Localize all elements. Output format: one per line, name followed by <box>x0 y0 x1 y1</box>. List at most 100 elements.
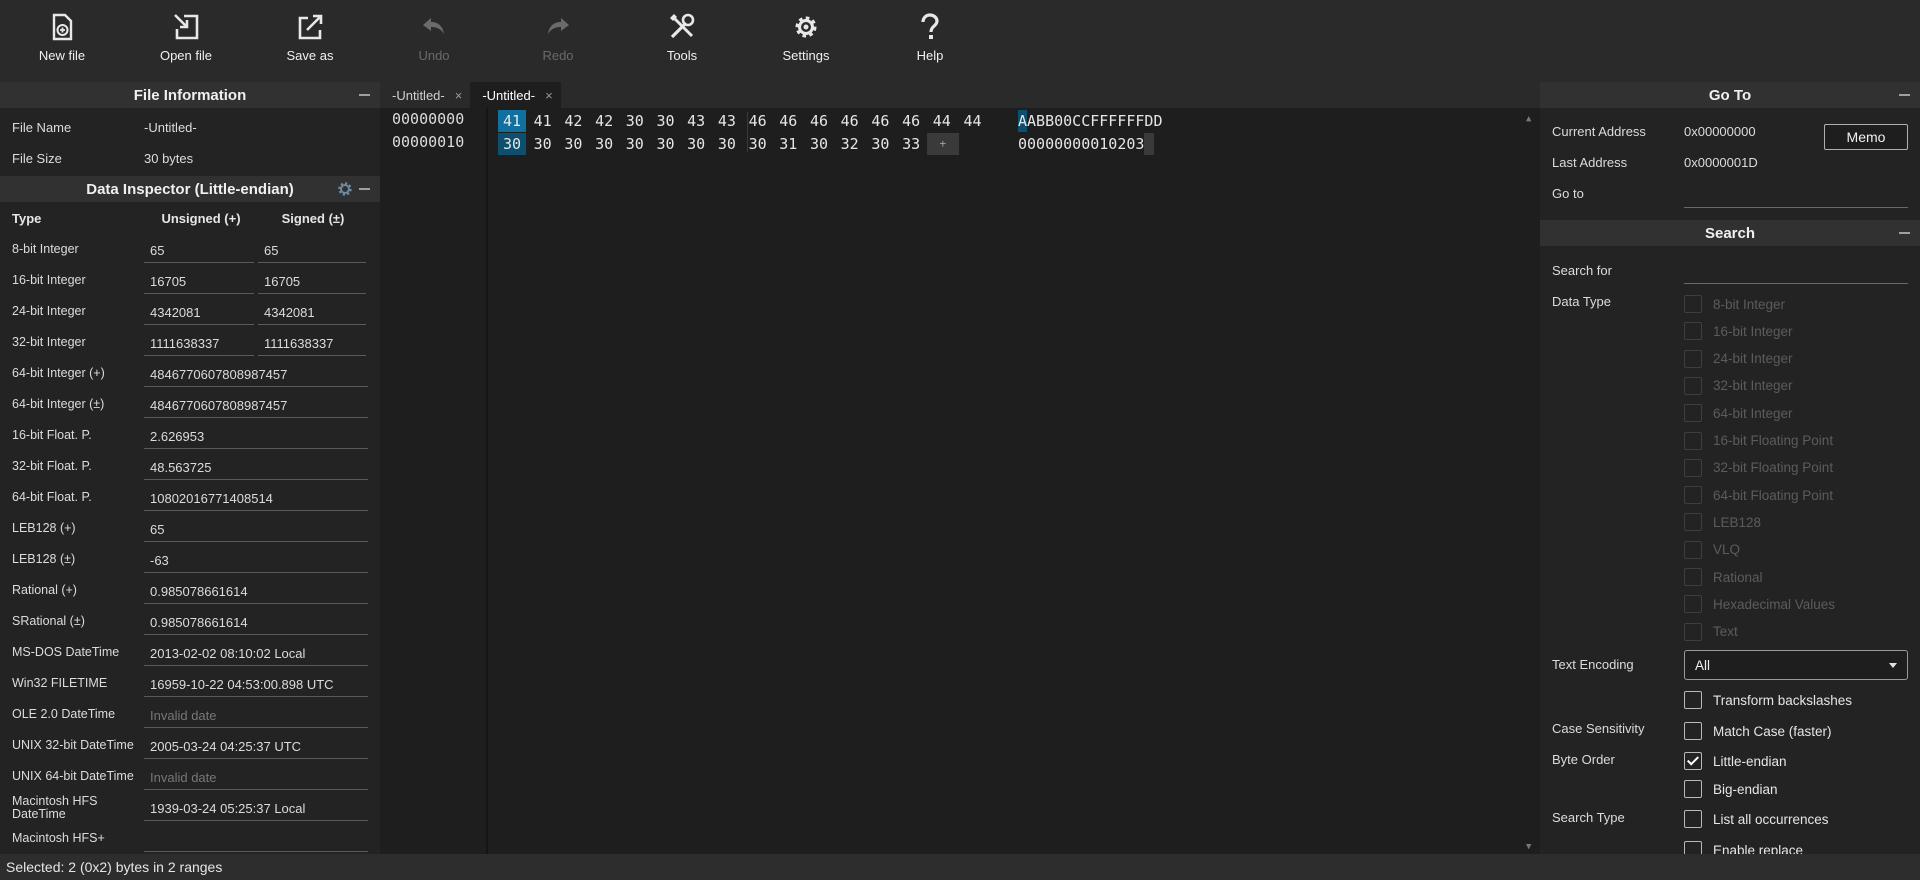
hex-byte[interactable]: 43 <box>682 110 710 132</box>
hex-editor[interactable]: ▲ ▼ 00000000 41 41 42 42 30 30 43 43 46 46 46 46 46 46… <box>380 108 1540 854</box>
hex-byte[interactable]: 46 <box>836 110 864 132</box>
ascii-selected-char[interactable]: A <box>1018 110 1028 132</box>
hex-byte[interactable]: 43 <box>713 110 741 132</box>
inspector-value-field[interactable]: -63 <box>144 546 368 573</box>
ascii-column[interactable]: 00000000010203 <box>1018 133 1155 155</box>
hex-byte[interactable]: 30 <box>559 133 587 155</box>
hex-byte[interactable]: 30 <box>744 133 772 155</box>
match-case-checkbox[interactable]: Match Case (faster) <box>1684 720 1832 742</box>
hex-byte[interactable]: 44 <box>928 110 956 132</box>
inspector-value-field[interactable]: 65 <box>144 515 368 542</box>
inspector-settings-icon[interactable] <box>336 180 354 198</box>
unsigned-value-field[interactable]: 65 <box>144 236 254 263</box>
new-file-button[interactable]: New file <box>0 0 124 82</box>
data-type-checkbox[interactable]: Hexadecimal Values <box>1684 593 1835 615</box>
little-endian-checkbox[interactable]: Little-endian <box>1684 750 1787 772</box>
hex-byte[interactable]: 33 <box>897 133 925 155</box>
data-type-checkbox[interactable]: VLQ <box>1684 539 1740 561</box>
help-button[interactable]: Help <box>868 0 992 82</box>
text-encoding-select[interactable]: All <box>1684 650 1908 680</box>
signed-value-field[interactable]: 4342081 <box>258 298 366 325</box>
unsigned-value-field[interactable]: 16705 <box>144 267 254 294</box>
signed-value-field[interactable]: 1111638337 <box>258 329 366 356</box>
data-type-checkbox[interactable]: 16-bit Floating Point <box>1684 430 1833 452</box>
hex-byte[interactable]: 30 <box>805 133 833 155</box>
search-for-input[interactable] <box>1684 260 1908 284</box>
hex-byte[interactable]: 30 <box>590 133 618 155</box>
inspector-value-field[interactable]: 2005-03-24 04:25:37 UTC <box>144 732 368 759</box>
inspector-value-field[interactable]: 2.626953 <box>144 422 368 449</box>
signed-value-field[interactable]: 16705 <box>258 267 366 294</box>
save-as-button[interactable]: Save as <box>248 0 372 82</box>
data-type-checkbox[interactable]: 24-bit Integer <box>1684 348 1793 370</box>
inspector-value-field[interactable]: 0.985078661614 <box>144 577 368 604</box>
hex-byte[interactable]: 30 <box>621 110 649 132</box>
open-file-button[interactable]: Open file <box>124 0 248 82</box>
ascii-column[interactable]: AABB00CCFFFFFFDD <box>1018 110 1163 132</box>
transform-backslashes-checkbox[interactable]: Transform backslashes <box>1684 689 1852 711</box>
signed-value-field[interactable]: 65 <box>258 236 366 263</box>
minimize-icon[interactable] <box>1899 232 1910 234</box>
hex-byte[interactable]: 41 <box>529 110 557 132</box>
hex-byte[interactable]: 46 <box>805 110 833 132</box>
hex-byte[interactable]: 30 <box>713 133 741 155</box>
undo-button[interactable]: Undo <box>372 0 496 82</box>
hex-byte[interactable]: 42 <box>590 110 618 132</box>
hex-byte[interactable]: 30 <box>621 133 649 155</box>
inspector-value-field[interactable]: 1939-03-24 05:25:37 Local <box>144 794 368 821</box>
memo-button[interactable]: Memo <box>1824 124 1908 150</box>
hex-byte[interactable]: 46 <box>774 110 802 132</box>
inspector-value-field[interactable]: 48.563725 <box>144 453 368 480</box>
hex-byte[interactable]: 44 <box>959 110 987 132</box>
list-all-occurrences-checkbox[interactable]: List all occurrences <box>1684 808 1829 830</box>
settings-button[interactable]: Settings <box>744 0 868 82</box>
close-icon[interactable]: × <box>455 88 463 103</box>
inspector-value-field[interactable] <box>144 825 368 852</box>
minimize-icon[interactable] <box>1899 94 1910 96</box>
data-type-checkbox[interactable]: 16-bit Integer <box>1684 320 1793 342</box>
redo-button[interactable]: Redo <box>496 0 620 82</box>
inspector-value-field[interactable]: Invalid date <box>144 763 368 790</box>
hex-byte[interactable]: 31 <box>774 133 802 155</box>
inspector-value-field[interactable]: 10802016771408514 <box>144 484 368 511</box>
unsigned-value-field[interactable]: 1111638337 <box>144 329 254 356</box>
data-type-checkbox[interactable]: 64-bit Integer <box>1684 402 1793 424</box>
data-type-checkbox[interactable]: Text <box>1684 621 1738 643</box>
tab-untitled-1[interactable]: -Untitled- × <box>380 82 471 108</box>
data-type-checkbox[interactable]: 8-bit Integer <box>1684 293 1785 315</box>
hex-byte[interactable]: 41 <box>498 110 526 132</box>
minimize-icon[interactable] <box>359 188 370 190</box>
hex-byte[interactable]: 30 <box>529 133 557 155</box>
go-to-input[interactable] <box>1684 184 1908 208</box>
tools-button[interactable]: Tools <box>620 0 744 82</box>
hex-byte[interactable]: 30 <box>682 133 710 155</box>
inspector-value-field[interactable]: 16959-10-22 04:53:00.898 UTC <box>144 670 368 697</box>
hex-byte[interactable]: 30 <box>866 133 894 155</box>
scroll-down-icon[interactable]: ▼ <box>1526 842 1536 852</box>
close-icon[interactable]: × <box>545 88 553 103</box>
ascii-text[interactable]: 00000000010203 <box>1018 135 1144 153</box>
inspector-value-field[interactable]: Invalid date <box>144 701 368 728</box>
minimize-icon[interactable] <box>359 94 370 96</box>
inspector-value-field[interactable]: 2013-02-02 08:10:02 Local <box>144 639 368 666</box>
data-type-checkbox[interactable]: LEB128 <box>1684 511 1761 533</box>
hex-byte[interactable]: 32 <box>836 133 864 155</box>
inspector-value-field[interactable]: 4846770607808987457 <box>144 360 368 387</box>
data-type-checkbox[interactable]: 32-bit Floating Point <box>1684 457 1833 479</box>
big-endian-checkbox[interactable]: Big-endian <box>1684 778 1778 800</box>
hex-byte[interactable]: 46 <box>897 110 925 132</box>
unsigned-value-field[interactable]: 4342081 <box>144 298 254 325</box>
hex-byte[interactable]: 46 <box>866 110 894 132</box>
ascii-text[interactable]: ABB00CCFFFFFFDD <box>1027 112 1162 130</box>
hex-byte[interactable]: 42 <box>559 110 587 132</box>
data-type-checkbox[interactable]: Rational <box>1684 566 1763 588</box>
inspector-value-field[interactable]: 0.985078661614 <box>144 608 368 635</box>
ascii-append-cell[interactable] <box>1144 133 1155 155</box>
hex-byte[interactable]: 30 <box>498 133 526 155</box>
hex-byte[interactable]: 30 <box>652 110 680 132</box>
tab-untitled-2[interactable]: -Untitled- × <box>470 82 561 108</box>
append-byte-button[interactable]: + <box>926 133 959 155</box>
data-type-checkbox[interactable]: 32-bit Integer <box>1684 375 1793 397</box>
scroll-up-icon[interactable]: ▲ <box>1526 114 1536 124</box>
data-type-checkbox[interactable]: 64-bit Floating Point <box>1684 484 1833 506</box>
